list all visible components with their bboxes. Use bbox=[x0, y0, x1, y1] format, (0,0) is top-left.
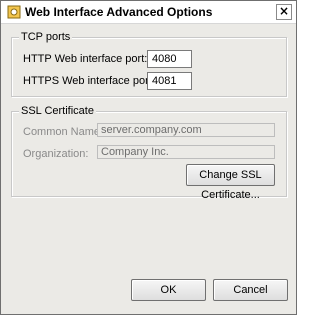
app-icon bbox=[7, 5, 21, 19]
dialog-title: Web Interface Advanced Options bbox=[25, 5, 213, 19]
https-port-label: HTTPS Web interface port: bbox=[23, 75, 155, 87]
http-port-label: HTTP Web interface port: bbox=[23, 53, 148, 65]
dialog-window: Web Interface Advanced Options × TCP por… bbox=[0, 0, 297, 315]
title-bar[interactable]: Web Interface Advanced Options × bbox=[1, 1, 296, 24]
http-port-input[interactable] bbox=[147, 50, 192, 68]
https-port-input[interactable] bbox=[147, 72, 192, 90]
tcp-ports-group-label: TCP ports bbox=[19, 31, 73, 43]
common-name-field bbox=[97, 123, 275, 137]
close-icon[interactable]: × bbox=[276, 4, 292, 20]
change-ssl-certificate-button[interactable]: Change SSL Certificate... bbox=[186, 164, 275, 201]
organization-field bbox=[97, 145, 275, 159]
ok-button[interactable]: OK bbox=[131, 279, 206, 301]
common-name-label: Common Name: bbox=[23, 126, 104, 138]
ssl-certificate-group-label: SSL Certificate bbox=[19, 105, 96, 117]
cancel-button[interactable]: Cancel bbox=[213, 279, 288, 301]
organization-label: Organization: bbox=[23, 148, 89, 160]
